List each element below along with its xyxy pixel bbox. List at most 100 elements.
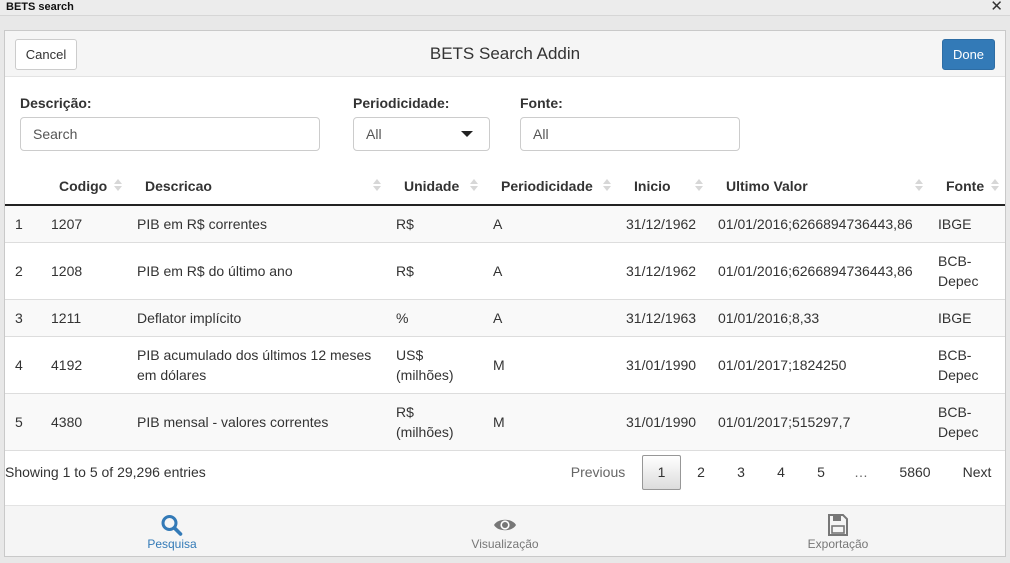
cell-fonte-line: Depec: [938, 273, 979, 289]
search-icon: [161, 515, 183, 536]
chevron-down-icon: [461, 131, 473, 137]
tab-exportacao[interactable]: Exportação: [738, 506, 938, 557]
window-close-icon[interactable]: ✕: [990, 0, 1003, 16]
cell-ultimo-valor: 01/01/2017;515297,7: [718, 414, 851, 430]
cell-codigo: 1207: [51, 216, 83, 232]
cell-descricao-line: PIB acumulado dos últimos 12 meses: [137, 347, 372, 363]
cell-fonte-line: BCB-: [938, 404, 972, 420]
tab-pesquisa[interactable]: Pesquisa: [72, 506, 272, 557]
table-row[interactable]: 2 1208 PIB em R$ do último ano R$ A 31/1…: [5, 243, 1005, 300]
page-last-button[interactable]: 5860: [890, 455, 940, 490]
page-3-button[interactable]: 3: [721, 455, 761, 490]
column-header-inicio[interactable]: Inicio: [634, 178, 671, 194]
row-index: 2: [15, 263, 23, 279]
column-header-unidade[interactable]: Unidade: [404, 178, 459, 194]
cell-periodicidade: M: [493, 357, 505, 373]
descricao-search-input[interactable]: Search: [20, 117, 320, 151]
previous-page-button[interactable]: Previous: [561, 455, 635, 490]
table-header: Codigo Descricao Unidade Periodicidade I…: [5, 169, 1005, 206]
cell-periodicidade: A: [493, 216, 503, 232]
cell-unidade: R$: [396, 263, 414, 279]
cell-inicio: 31/01/1990: [626, 414, 697, 430]
sort-icon[interactable]: [373, 177, 381, 193]
periodicidade-label: Periodicidade:: [353, 95, 450, 111]
cell-fonte-line: BCB-: [938, 253, 972, 269]
done-button[interactable]: Done: [942, 39, 995, 70]
pagination-ellipsis: …: [854, 464, 868, 480]
cell-unidade-line: (milhões): [396, 367, 454, 383]
cell-codigo: 4192: [51, 357, 83, 373]
periodicidade-select[interactable]: All: [353, 117, 490, 151]
cell-descricao: PIB acumulado dos últimos 12 meses em dól…: [137, 345, 371, 385]
row-index: 4: [15, 357, 23, 373]
cell-fonte-line: Depec: [938, 424, 979, 440]
page-1-button[interactable]: 1: [642, 455, 681, 490]
page-title: BETS Search Addin: [429, 44, 581, 63]
cell-inicio: 31/12/1962: [626, 216, 697, 232]
cell-unidade-line: R$: [396, 404, 414, 420]
tab-label: Visualização: [471, 537, 539, 551]
descricao-label: Descrição:: [20, 95, 92, 111]
page-5-button[interactable]: 5: [801, 455, 841, 490]
row-index: 3: [15, 310, 23, 326]
cell-fonte-line: Depec: [938, 367, 979, 383]
cell-ultimo-valor: 01/01/2017;1824250: [718, 357, 847, 373]
sort-icon[interactable]: [114, 177, 122, 193]
page-4-button[interactable]: 4: [761, 455, 801, 490]
cell-fonte: IBGE: [938, 216, 972, 232]
cell-fonte: IBGE: [938, 310, 972, 326]
cell-fonte: BCB- Depec: [938, 345, 978, 385]
next-page-button[interactable]: Next: [951, 455, 1003, 490]
sort-icon[interactable]: [603, 177, 611, 193]
column-header-descricao[interactable]: Descricao: [145, 178, 212, 194]
column-header-periodicidade[interactable]: Periodicidade: [501, 178, 593, 194]
row-index: 1: [15, 216, 23, 232]
eye-icon: [494, 519, 516, 531]
cell-descricao-line: em dólares: [137, 367, 207, 383]
cancel-button[interactable]: Cancel: [15, 39, 77, 70]
cell-inicio: 31/12/1963: [626, 310, 697, 326]
cell-descricao: PIB em R$ do último ano: [137, 263, 293, 279]
addin-panel: BETS Search Addin Cancel Done Descrição:…: [4, 30, 1006, 557]
tab-visualizacao[interactable]: Visualização: [405, 506, 605, 557]
sort-icon[interactable]: [470, 177, 478, 193]
cell-codigo: 1208: [51, 263, 83, 279]
table-body: 1 1207 PIB em R$ correntes R$ A 31/12/19…: [5, 206, 1005, 451]
cell-fonte: BCB- Depec: [938, 251, 978, 291]
table-info: Showing 1 to 5 of 29,296 entries: [5, 464, 206, 480]
cell-descricao: PIB em R$ correntes: [137, 216, 267, 232]
fonte-input[interactable]: All: [520, 117, 740, 151]
floppy-disk-icon: [828, 514, 848, 536]
periodicidade-selected-value: All: [366, 126, 382, 142]
cell-ultimo-valor: 01/01/2016;6266894736443,86: [718, 216, 913, 232]
column-header-ultimo-valor[interactable]: Ultimo Valor: [726, 178, 808, 194]
sort-icon[interactable]: [695, 177, 703, 193]
cell-periodicidade: A: [493, 263, 503, 279]
cell-periodicidade: A: [493, 310, 503, 326]
column-header-fonte[interactable]: Fonte: [946, 178, 984, 194]
cell-fonte-line: BCB-: [938, 347, 972, 363]
cell-ultimo-valor: 01/01/2016;6266894736443,86: [718, 263, 913, 279]
cell-descricao: PIB mensal - valores correntes: [137, 414, 329, 430]
column-header-codigo[interactable]: Codigo: [59, 178, 107, 194]
page-2-button[interactable]: 2: [681, 455, 721, 490]
results-table: Codigo Descricao Unidade Periodicidade I…: [5, 169, 1005, 451]
cell-ultimo-valor: 01/01/2016;8,33: [718, 310, 820, 326]
cell-codigo: 1211: [51, 310, 82, 326]
window-title: BETS search: [6, 1, 74, 13]
cell-unidade: US$ (milhões): [396, 345, 454, 385]
cell-unidade: R$ (milhões): [396, 402, 454, 442]
cell-descricao: Deflator implícito: [137, 310, 242, 326]
tab-label: Pesquisa: [147, 537, 197, 551]
table-row[interactable]: 4 4192 PIB acumulado dos últimos 12 mese…: [5, 337, 1005, 394]
row-index: 5: [15, 414, 23, 430]
cell-inicio: 31/01/1990: [626, 357, 697, 373]
fonte-label: Fonte:: [520, 95, 563, 111]
table-row[interactable]: 5 4380 PIB mensal - valores correntes R$…: [5, 394, 1005, 451]
table-row[interactable]: 3 1211 Deflator implícito % A 31/12/1963…: [5, 300, 1005, 337]
sort-icon[interactable]: [915, 177, 923, 193]
cell-fonte: BCB- Depec: [938, 402, 978, 442]
sort-icon[interactable]: [991, 177, 999, 193]
cell-unidade: R$: [396, 216, 414, 232]
table-row[interactable]: 1 1207 PIB em R$ correntes R$ A 31/12/19…: [5, 206, 1005, 243]
